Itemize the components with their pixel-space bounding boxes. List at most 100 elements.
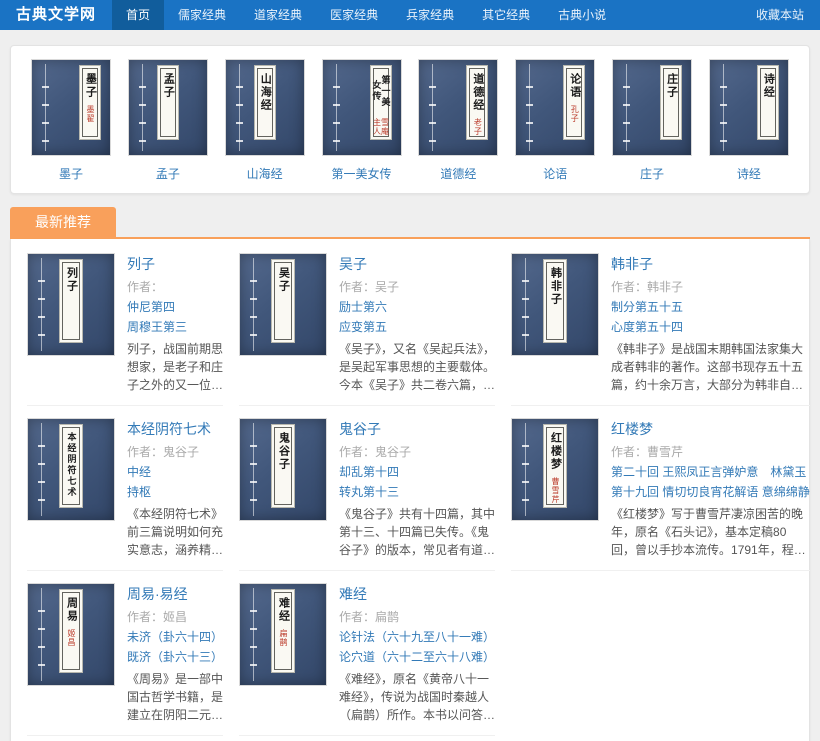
chapter-link[interactable]: 持枢 [127,483,223,500]
book-spine-decoration [336,64,337,151]
book-cover-title: 道德经 [472,73,483,112]
book-cover-author: 雪庵主人 [373,115,389,139]
book-cover-title: 墨子 [85,73,96,99]
nav-item-classic-novels[interactable]: 古典小说 [544,0,620,30]
book-title-link[interactable]: 山海经 [221,165,309,182]
book-item-hanfeizi: 韩非子 韩非子 作者：韩非子 制分第五十五 心度第五十四 《韩非子》是战国末期韩… [511,241,810,406]
book-info: 列子 作者： 仲尼第四 周穆王第三 列子，战国前期思想家，是老子和庄子之外的又一… [127,253,223,394]
chapter-link[interactable]: 制分第五十五 [611,298,810,315]
book-spine-decoration [253,423,254,516]
bookmark-site-link[interactable]: 收藏本站 [740,0,820,30]
nav-item-taoist[interactable]: 道家经典 [240,0,316,30]
book-title-link[interactable]: 韩非子 [611,254,810,274]
carousel-book-lunyu[interactable]: 论语 孔子 论语 [511,59,599,182]
book-cover-image[interactable]: 本经阴符七术 [27,418,115,521]
book-title-link[interactable]: 道德经 [414,165,502,182]
book-cover-title: 本经阴符七术 [67,432,76,498]
book-cover-image[interactable]: 第一美女传 雪庵主人 [322,59,402,156]
book-cover-image[interactable]: 红楼梦 曹雪芹 [511,418,599,521]
chapter-link[interactable]: 应变第五 [339,318,495,335]
book-spine-decoration [723,64,724,151]
nav-item-home[interactable]: 首页 [112,0,164,30]
book-cover-image[interactable]: 论语 孔子 [515,59,595,156]
book-title-link[interactable]: 第一美女传 [318,165,406,182]
chapter-link[interactable]: 周穆王第三 [127,318,223,335]
book-title-link[interactable]: 诗经 [705,165,793,182]
book-title-link[interactable]: 难经 [339,584,495,604]
book-cover-image[interactable]: 难经 扁鹊 [239,583,327,686]
book-cover-title: 山海经 [259,73,270,112]
book-cover-author: 老子 [473,118,481,136]
carousel-book-zhuangzi[interactable]: 庄子 庄子 [608,59,696,182]
chapter-link[interactable]: 中经 [127,463,223,480]
chapter-link[interactable]: 既济（卦六十三） [127,648,223,665]
book-cover-image[interactable]: 山海经 [225,59,305,156]
book-spine-decoration [41,588,42,681]
book-item-guiguzi: 鬼谷子 鬼谷子 作者：鬼谷子 却乱第十四 转丸第十三 《鬼谷子》共有十四篇，其中… [239,406,495,571]
nav-item-confucian[interactable]: 儒家经典 [164,0,240,30]
chapter-link[interactable]: 第十九回 情切切良宵花解语 意绵绵静 [611,483,810,500]
chapter-link[interactable]: 论针法（六十九至八十一难） [339,628,495,645]
nav-item-other-classics[interactable]: 其它经典 [468,0,544,30]
carousel-book-mengzi[interactable]: 孟子 孟子 [124,59,212,182]
book-cover-image[interactable]: 墨子 墨翟 [31,59,111,156]
book-cover-label: 论语 孔子 [563,65,585,140]
book-title-link[interactable]: 吴子 [339,254,495,274]
book-title-link[interactable]: 列子 [127,254,223,274]
carousel-book-mozi[interactable]: 墨子 墨翟 墨子 [27,59,115,182]
book-cover-title: 诗经 [762,73,773,99]
chapter-link[interactable]: 励士第六 [339,298,495,315]
book-cover-image[interactable]: 周易 姬昌 [27,583,115,686]
book-cover-author: 曹雪芹 [551,477,559,504]
chapter-link[interactable]: 心度第五十四 [611,318,810,335]
latest-recommend-tab: 最新推荐 [10,207,116,237]
book-cover-label: 鬼谷子 [271,424,295,508]
book-cover-image[interactable]: 鬼谷子 [239,418,327,521]
book-info: 本经阴符七术 作者：鬼谷子 中经 持枢 《本经阴符七术》前三篇说明如何充实意志，… [127,418,223,559]
book-spine-decoration [529,64,530,151]
book-cover-image[interactable]: 庄子 [612,59,692,156]
book-title-link[interactable]: 庄子 [608,165,696,182]
carousel-book-daodejing[interactable]: 道德经 老子 道德经 [414,59,502,182]
recommend-panel: 列子 列子 作者： 仲尼第四 周穆王第三 列子，战国前期思想家，是老子和庄子之外… [10,239,810,741]
book-cover-image[interactable]: 韩非子 [511,253,599,356]
book-description: 《本经阴符七术》前三篇说明如何充实意志，涵养精神。后四篇讨论如何将内在的精神运用… [127,505,223,559]
book-cover-author: 姬昌 [67,629,75,647]
book-item-nanjing: 难经 扁鹊 难经 作者：扁鹊 论针法（六十九至八十一难） 论穴道（六十二至六十八… [239,571,495,736]
book-cover-image[interactable]: 吴子 [239,253,327,356]
carousel-book-shanhaijing[interactable]: 山海经 山海经 [221,59,309,182]
chapter-link[interactable]: 却乱第十四 [339,463,495,480]
book-info: 红楼梦 作者：曹雪芹 第二十回 王熙凤正言弹妒意 林黛玉 第十九回 情切切良宵花… [611,418,810,559]
book-item-zhouyi: 周易 姬昌 周易·易经 作者：姬昌 未济（卦六十四） 既济（卦六十三） 《周易》… [27,571,223,736]
book-title-link[interactable]: 红楼梦 [611,419,810,439]
featured-books-panel: 墨子 墨翟 墨子 孟子 孟子 山海经 山海经 [10,45,810,194]
chapter-link[interactable]: 论穴道（六十二至六十八难） [339,648,495,665]
book-title-link[interactable]: 本经阴符七术 [127,419,223,439]
book-cover-label: 韩非子 [543,259,567,343]
chapter-link[interactable]: 第二十回 王熙凤正言弹妒意 林黛玉 [611,463,810,480]
book-title-link[interactable]: 鬼谷子 [339,419,495,439]
book-author: 作者：吴子 [339,278,495,295]
book-cover-image[interactable]: 列子 [27,253,115,356]
book-title-link[interactable]: 墨子 [27,165,115,182]
book-cover-author: 扁鹊 [279,629,287,647]
carousel-book-shijing[interactable]: 诗经 诗经 [705,59,793,182]
chapter-link[interactable]: 仲尼第四 [127,298,223,315]
book-spine-decoration [41,423,42,516]
book-cover-image[interactable]: 孟子 [128,59,208,156]
book-description: 《吴子》，又名《吴起兵法》，是吴起军事思想的主要载体。今本《吴子》共二卷六篇，依… [339,340,495,394]
nav-item-military[interactable]: 兵家经典 [392,0,468,30]
book-description: 《韩非子》是战国末期韩国法家集大成者韩非的著作。这部书现存五十五篇，约十余万言，… [611,340,810,394]
chapter-link[interactable]: 转丸第十三 [339,483,495,500]
carousel-book-diyimeinvchuan[interactable]: 第一美女传 雪庵主人 第一美女传 [318,59,406,182]
book-cover-image[interactable]: 道德经 老子 [418,59,498,156]
site-logo[interactable]: 古典文学网 [0,0,112,30]
chapter-link[interactable]: 未济（卦六十四） [127,628,223,645]
book-cover-image[interactable]: 诗经 [709,59,789,156]
book-title-link[interactable]: 周易·易经 [127,584,223,604]
book-title-link[interactable]: 孟子 [124,165,212,182]
book-cover-title: 论语 [569,73,580,99]
nav-item-medical[interactable]: 医家经典 [316,0,392,30]
book-cover-label: 周易 姬昌 [59,589,83,673]
book-title-link[interactable]: 论语 [511,165,599,182]
